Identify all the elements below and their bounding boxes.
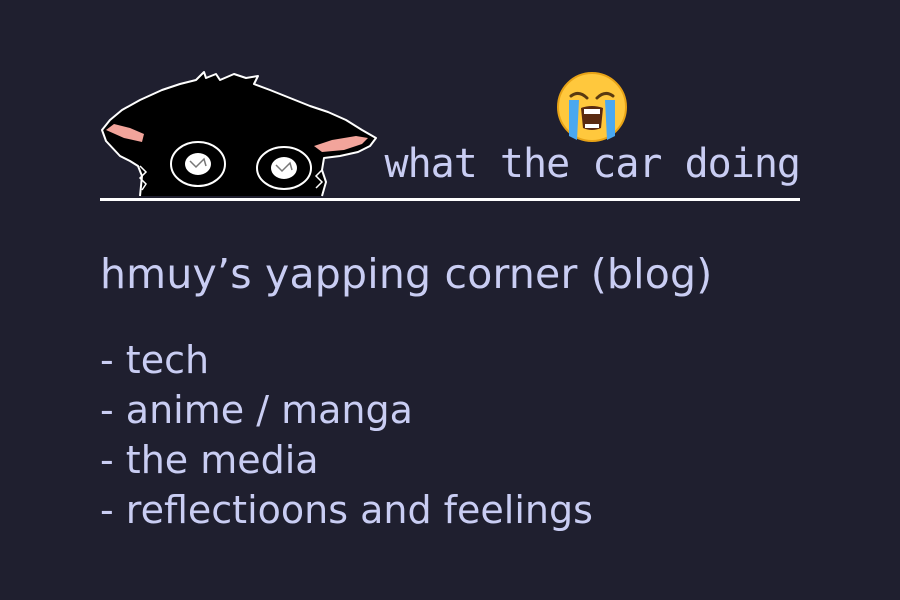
topic-item-reflections: - reflectioons and feelings xyxy=(100,488,593,532)
banner-caption: what the car doing xyxy=(384,141,801,187)
blog-title: hmuy’s yapping corner (blog) xyxy=(100,250,713,298)
peeking-cat-icon xyxy=(101,71,377,197)
crying-face-icon xyxy=(557,72,627,142)
banner-underline xyxy=(100,198,800,201)
topic-item-tech: - tech xyxy=(100,338,210,382)
topic-item-media: - the media xyxy=(100,438,319,482)
topic-list: - tech - anime / manga - the media - ref… xyxy=(100,335,593,535)
banner: what the car doing xyxy=(100,60,801,205)
topic-item-anime-manga: - anime / manga xyxy=(100,388,413,432)
